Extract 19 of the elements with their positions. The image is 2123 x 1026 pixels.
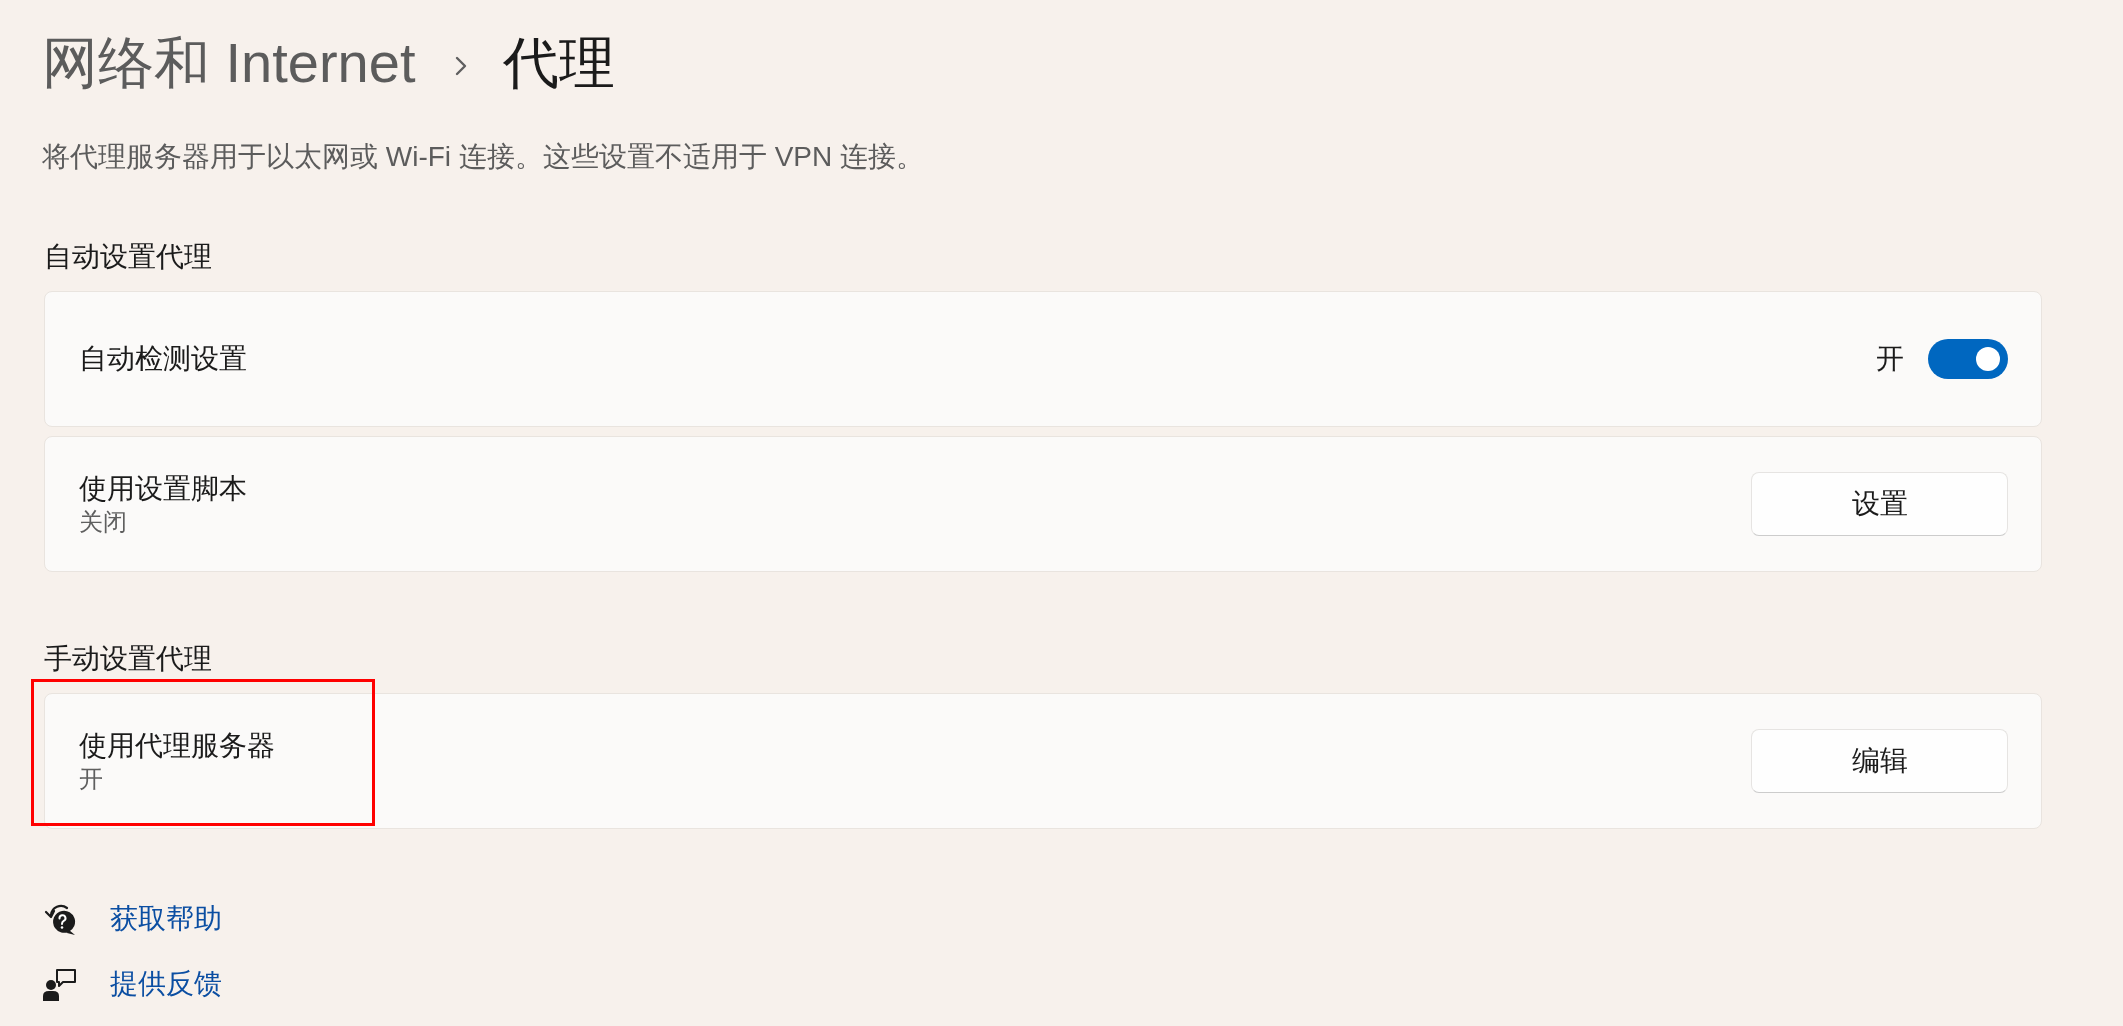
action-button[interactable]: 设置 (1751, 472, 2008, 536)
footer-link[interactable]: 提供反馈 (110, 964, 222, 1004)
section-heading: 自动设置代理 (44, 240, 212, 274)
setting-title: 自动检测设置 (79, 342, 247, 376)
chevron-right-icon (455, 55, 468, 76)
person-speech-bubble-icon (43, 967, 76, 1001)
setting-title: 使用代理服务器 (79, 729, 275, 763)
setting-title: 使用设置脚本 (79, 472, 247, 506)
breadcrumb-link[interactable]: 网络和 Internet (42, 26, 416, 99)
section-heading: 手动设置代理 (44, 642, 212, 676)
footer-link[interactable]: 获取帮助 (110, 899, 222, 939)
setting-status: 关闭 (79, 507, 128, 537)
page-description: 将代理服务器用于以太网或 Wi-Fi 连接。这些设置不适用于 VPN 连接。 (42, 140, 924, 174)
help-icon (43, 902, 76, 936)
toggle-state-label: 开 (1876, 342, 1904, 376)
toggle-switch[interactable] (1928, 339, 2008, 379)
action-button[interactable]: 编辑 (1751, 729, 2008, 793)
page-title: 代理 (503, 30, 616, 96)
setting-status: 开 (79, 764, 104, 794)
